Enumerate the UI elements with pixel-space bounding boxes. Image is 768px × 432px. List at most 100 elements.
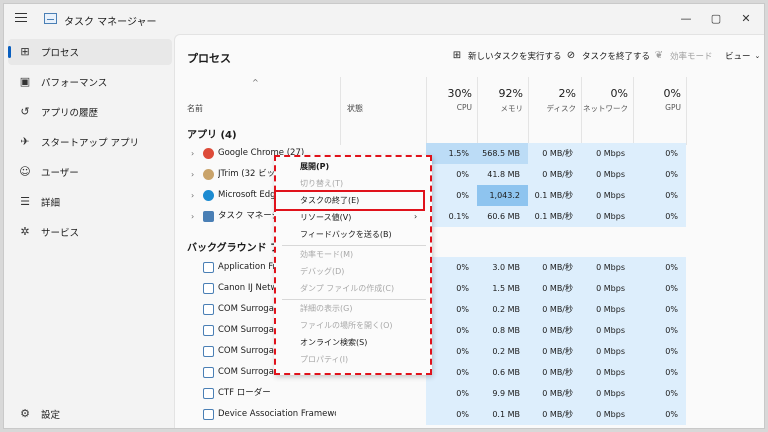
sidebar-item-app-history[interactable]: ↺ アプリの履歴	[8, 99, 172, 125]
column-header-network[interactable]: ネットワーク	[581, 103, 628, 114]
cell-disk: 0 MB/秒	[528, 404, 581, 425]
cell-mem: 1,043.2 MB	[477, 185, 528, 221]
run-new-task-label: 新しいタスクを実行する	[468, 52, 562, 62]
cell-cpu: 0%	[426, 185, 477, 206]
process-icon	[203, 262, 214, 273]
efficiency-mode-button[interactable]: ❦ 効率モード	[653, 50, 713, 62]
sidebar-item-services[interactable]: ✲ サービス	[8, 219, 172, 245]
context-menu-item[interactable]: デバッグ(D)	[300, 266, 344, 277]
cell-gpu: 0%	[633, 185, 686, 206]
context-menu-item[interactable]: ファイルの場所を開く(O)	[300, 320, 393, 331]
cell-cpu: 0%	[426, 257, 477, 278]
column-header-disk[interactable]: ディスク	[528, 103, 576, 114]
window-title: タスク マネージャー	[64, 17, 157, 28]
cell-cpu: 0%	[426, 278, 477, 299]
process-row[interactable]: Application Fra 0% 3.0 MB 0 MB/秒 0 Mbps 0%	[175, 257, 764, 278]
context-menu-item[interactable]: フィードバックを送る(B)	[300, 229, 392, 240]
process-icon	[203, 211, 214, 222]
chevron-right-icon[interactable]: ›	[191, 206, 194, 227]
process-row[interactable]: › JTrim (32 ビット) 0% 41.8 MB 0 MB/秒 0 Mbps 0%	[175, 164, 764, 185]
cell-mem: 1.5 MB	[477, 278, 528, 299]
sidebar-item-startup-apps[interactable]: ✈ スタートアップ アプリ	[8, 129, 172, 155]
process-row[interactable]: Canon IJ Netwo 0% 1.5 MB 0 MB/秒 0 Mbps 0%	[175, 278, 764, 299]
sidebar-item-performance[interactable]: ▣ パフォーマンス	[8, 69, 172, 95]
end-task-label: タスクを終了する	[582, 52, 651, 62]
chevron-down-icon: ⌄	[754, 52, 761, 60]
context-menu-item[interactable]: オンライン検索(S)	[300, 337, 367, 348]
context-menu-item[interactable]: 効率モード(M)	[300, 249, 353, 260]
process-row[interactable]: COM Surrogate 0% 0.8 MB 0 MB/秒 0 Mbps 0%	[175, 320, 764, 341]
view-label: ビュー	[725, 52, 751, 62]
history-icon: ↺	[20, 105, 30, 118]
context-menu-item[interactable]: 切り替え(T)	[300, 178, 343, 189]
process-row[interactable]: › タスク マネージャー 0.1% 60.6 MB 0.1 MB/秒 0 Mbps 0%	[175, 206, 764, 227]
cell-disk: 0 MB/秒	[528, 341, 581, 362]
process-icon	[203, 409, 214, 420]
column-separator	[340, 77, 341, 145]
submenu-arrow-icon: ›	[414, 212, 418, 221]
sidebar-item-label: ユーザー	[41, 168, 79, 179]
cell-mem: 0.1 MB	[477, 404, 528, 425]
performance-icon: ▣	[19, 75, 31, 88]
maximize-button[interactable]: ▢	[702, 9, 730, 27]
task-manager-window: タスク マネージャー — ▢ ✕ ⊞ プロセス ▣ パフォーマンス ↺ アプリの…	[3, 3, 765, 429]
hamburger-menu-icon[interactable]	[15, 13, 27, 23]
sidebar-item-settings[interactable]: ⚙ 設定	[8, 401, 172, 427]
view-button[interactable]: ビュー ⌄	[725, 50, 760, 62]
context-menu-item[interactable]: 詳細の表示(G)	[300, 303, 352, 314]
column-header-memory[interactable]: メモリ	[477, 103, 524, 114]
process-row[interactable]: Device Association Framework...0%0.1 MB0…	[175, 404, 764, 425]
cell-cpu: 0%	[426, 383, 477, 404]
cell-disk: 0.1 MB/秒	[528, 206, 581, 227]
cell-disk: 0 MB/秒	[528, 299, 581, 320]
column-header-name[interactable]: 名前	[187, 103, 203, 114]
process-icon	[203, 325, 214, 336]
cell-cpu: 0%	[426, 164, 477, 185]
cell-mem: 0.8 MB	[477, 320, 528, 341]
sidebar-item-processes[interactable]: ⊞ プロセス	[8, 39, 172, 65]
close-button[interactable]: ✕	[732, 9, 760, 27]
column-header-status[interactable]: 状態	[347, 103, 363, 114]
cell-disk: 0 MB/秒	[528, 143, 581, 164]
context-menu-item[interactable]: プロパティ(I)	[300, 354, 348, 365]
leaf-icon: ❦	[654, 50, 664, 61]
cell-net: 0 Mbps	[581, 341, 633, 362]
context-menu-item[interactable]: ダンプ ファイルの作成(C)	[300, 283, 394, 294]
process-row[interactable]: COM Surrogate 0% 0.6 MB 0 MB/秒 0 Mbps 0%	[175, 362, 764, 383]
process-row[interactable]: › Google Chrome (27) 1.5% 568.5 MB 0 MB/秒 0 M…	[175, 143, 764, 164]
context-menu-item[interactable]: リソース値(V)	[300, 212, 351, 223]
process-icon	[203, 169, 214, 180]
column-header-gpu[interactable]: GPU	[633, 103, 681, 112]
process-icon	[203, 388, 214, 399]
users-icon: ☺	[19, 165, 31, 178]
chevron-right-icon[interactable]: ›	[191, 185, 194, 206]
process-icon	[203, 346, 214, 357]
process-row[interactable]: ›Microsoft Edge0%1,043.2 MB0.1 MB/秒0 Mbp…	[175, 185, 764, 221]
context-menu: 展開(P) 切り替え(T) タスクの終了(E) リソース値(V) フィードバックを送る(…	[274, 155, 432, 375]
sidebar-item-details[interactable]: ☰ 詳細	[8, 189, 172, 215]
process-row[interactable]: COM Surrogate 0% 0.2 MB 0 MB/秒 0 Mbps 0%	[175, 299, 764, 320]
sidebar-item-users[interactable]: ☺ ユーザー	[8, 159, 172, 185]
run-new-task-button[interactable]: ⊞ 新しいタスクを実行する	[451, 50, 562, 62]
context-menu-item[interactable]: 展開(P)	[300, 161, 329, 172]
cell-cpu: 0.1%	[426, 206, 477, 227]
cell-cpu: 0%	[426, 320, 477, 341]
cell-net: 0 Mbps	[581, 143, 633, 164]
chevron-right-icon[interactable]: ›	[191, 164, 194, 185]
cell-disk: 0 MB/秒	[528, 278, 581, 299]
process-icon	[203, 148, 214, 159]
chevron-right-icon[interactable]: ›	[191, 143, 194, 164]
end-task-button[interactable]: ⊘ タスクを終了する	[565, 50, 650, 62]
process-icon	[203, 283, 214, 294]
sidebar-item-label: サービス	[41, 228, 80, 239]
minimize-button[interactable]: —	[672, 9, 700, 27]
cell-gpu: 0%	[633, 143, 686, 164]
cell-cpu: 1.5%	[426, 143, 477, 164]
cell-cpu: 0%	[426, 341, 477, 362]
cell-gpu: 0%	[633, 206, 686, 227]
process-row[interactable]: CTF ローダー 0% 9.9 MB 0 MB/秒 0 Mbps 0%	[175, 383, 764, 404]
process-row[interactable]: COM Surrogate 0% 0.2 MB 0 MB/秒 0 Mbps 0%	[175, 341, 764, 362]
disk-total: 2%	[558, 87, 576, 100]
process-icon	[203, 304, 214, 315]
column-header-cpu[interactable]: CPU	[426, 103, 472, 112]
